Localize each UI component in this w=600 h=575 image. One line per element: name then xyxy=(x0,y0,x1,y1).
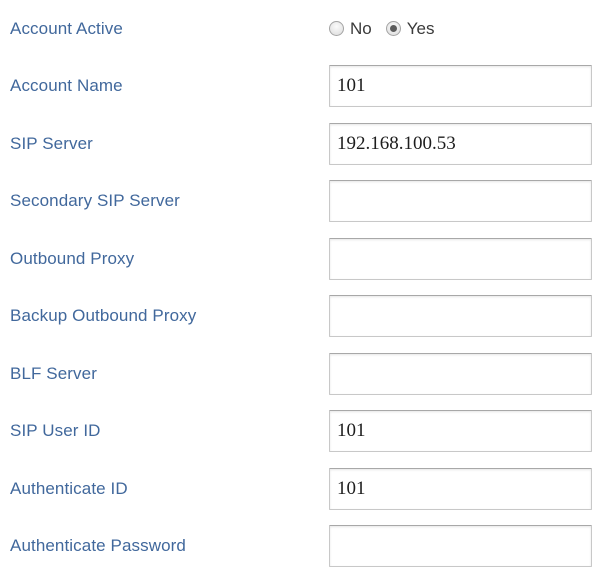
field-label-outbound-proxy: Outbound Proxy xyxy=(10,249,134,269)
field-control-sip-server xyxy=(329,123,592,165)
field-control-blf-server xyxy=(329,353,592,395)
field-control-authenticate-password xyxy=(329,525,592,567)
input-secondary-sip-server[interactable] xyxy=(329,180,592,222)
field-control-backup-outbound-proxy xyxy=(329,295,592,337)
field-control-authenticate-id xyxy=(329,468,592,510)
radio-label-yes: Yes xyxy=(407,20,435,37)
field-label-sip-server: SIP Server xyxy=(10,134,93,154)
field-label-sip-user-id: SIP User ID xyxy=(10,421,101,441)
input-account-name[interactable] xyxy=(329,65,592,107)
input-blf-server[interactable] xyxy=(329,353,592,395)
form-row-outbound-proxy: Outbound Proxy xyxy=(0,230,600,288)
field-control-secondary-sip-server xyxy=(329,180,592,222)
radio-option-no[interactable]: No xyxy=(329,20,372,37)
radio-button-no-icon[interactable] xyxy=(329,21,344,36)
form-row-sip-user-id: SIP User ID xyxy=(0,403,600,461)
input-sip-user-id[interactable] xyxy=(329,410,592,452)
radio-group-account-active: No Yes xyxy=(329,8,592,50)
field-label-authenticate-password: Authenticate Password xyxy=(10,536,186,556)
field-control-account-active: No Yes xyxy=(329,8,592,50)
sip-account-settings-form: Account Active No Yes Account Name SIP Serve… xyxy=(0,0,600,571)
input-sip-server[interactable] xyxy=(329,123,592,165)
field-label-blf-server: BLF Server xyxy=(10,364,97,384)
field-control-sip-user-id xyxy=(329,410,592,452)
form-row-authenticate-password: Authenticate Password xyxy=(0,518,600,575)
input-authenticate-password[interactable] xyxy=(329,525,592,567)
form-row-sip-server: SIP Server xyxy=(0,115,600,173)
form-row-secondary-sip-server: Secondary SIP Server xyxy=(0,173,600,231)
field-control-account-name xyxy=(329,65,592,107)
form-row-account-active: Account Active No Yes xyxy=(0,0,600,58)
radio-label-no: No xyxy=(350,20,372,37)
radio-option-yes[interactable]: Yes xyxy=(386,20,435,37)
form-row-account-name: Account Name xyxy=(0,58,600,116)
field-label-authenticate-id: Authenticate ID xyxy=(10,479,128,499)
input-outbound-proxy[interactable] xyxy=(329,238,592,280)
radio-button-yes-icon[interactable] xyxy=(386,21,401,36)
field-control-outbound-proxy xyxy=(329,238,592,280)
field-label-account-active: Account Active xyxy=(10,19,123,39)
field-label-account-name: Account Name xyxy=(10,76,123,96)
form-row-authenticate-id: Authenticate ID xyxy=(0,460,600,518)
form-row-backup-outbound-proxy: Backup Outbound Proxy xyxy=(0,288,600,346)
form-row-blf-server: BLF Server xyxy=(0,345,600,403)
field-label-secondary-sip-server: Secondary SIP Server xyxy=(10,191,180,211)
field-label-backup-outbound-proxy: Backup Outbound Proxy xyxy=(10,306,196,326)
input-authenticate-id[interactable] xyxy=(329,468,592,510)
input-backup-outbound-proxy[interactable] xyxy=(329,295,592,337)
